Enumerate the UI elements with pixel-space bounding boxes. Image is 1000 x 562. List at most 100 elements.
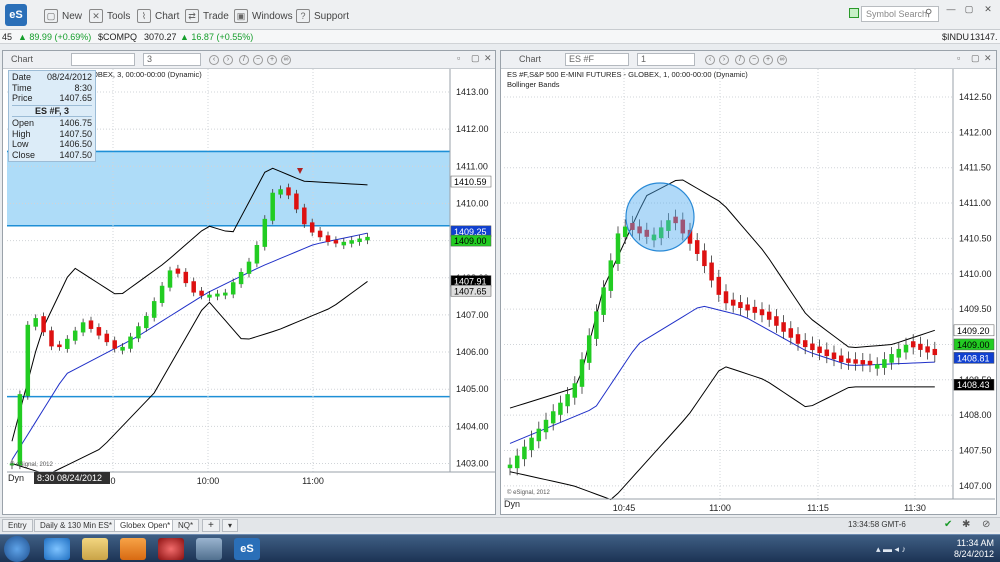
info-price-label: Price [12,93,33,103]
right-candle [817,346,822,354]
tab-nq[interactable]: NQ* [172,519,200,532]
left-price-tag-label: 1410.59 [454,177,487,187]
right-x-tick-label: 11:15 [807,503,829,513]
settings-icon[interactable]: ✱ [962,519,970,530]
info-low-label: Low [12,139,29,149]
tab-globex-open[interactable]: Globex Open* [114,519,177,532]
left-candle [144,315,149,329]
right-y-tick-label: 1412.50 [959,92,992,102]
right-candle [759,309,765,316]
left-candle [128,336,133,349]
right-candle [536,428,542,442]
right-candle [874,364,880,369]
left-candle [41,316,46,333]
left-candle [238,271,244,285]
esignal-taskbar-icon[interactable]: eS [234,538,260,560]
start-button-icon[interactable] [4,536,30,562]
charts-canvas[interactable]: 1413.00 1412.00 1411.00 1410.00 1409.00 1408.… [0,0,1000,562]
right-plot-area [504,69,953,499]
system-clock[interactable]: 11:34 AM 8/24/2012 [954,538,994,560]
right-candle [918,343,923,350]
left-price-zone [7,151,450,226]
left-y-tick-label: 1406.00 [456,347,489,357]
left-candle [33,318,38,327]
left-candle [17,394,23,466]
right-candle [730,299,736,306]
right-y-tick-label: 1407.50 [959,446,992,456]
info-price-value: 1407.65 [59,93,92,103]
right-candle [910,341,916,348]
left-y-tick-label: 1412.00 [456,124,489,134]
left-dyn-label[interactable]: Dyn [8,473,24,483]
file-explorer-icon[interactable] [82,538,108,560]
right-candle [882,359,887,368]
right-candle [831,352,837,360]
tab-daily-130[interactable]: Daily & 130 Min ES* [34,519,119,532]
left-candle [223,292,228,296]
left-candle [309,222,315,233]
tab-entry[interactable]: Entry [2,519,33,532]
media-player-icon[interactable] [120,538,146,560]
left-x-tick-label: 0 [110,476,115,486]
info-high-label: High [12,128,31,139]
left-candle [286,187,291,196]
right-candle [622,226,628,237]
left-y-tick-label: 1404.00 [456,421,489,431]
tab-menu-chevron-icon[interactable]: ▾ [222,519,239,532]
status-link-icon[interactable]: ⊘ [982,519,990,530]
left-candle [191,281,196,293]
left-candle [357,238,362,243]
right-candle [867,360,873,366]
workspace-tabs: Entry Daily & 130 Min ES* Globex Open* N… [0,517,1000,532]
right-price-tag-label: 1408.81 [957,353,990,363]
info-open-value: 1406.75 [59,118,92,128]
right-candle [745,304,750,311]
right-chart-subtitle: ES #F,S&P 500 E-MINI FUTURES - GLOBEX, 1… [507,70,748,79]
tray-icons[interactable]: ▴ ▬ ◂ ♪ [876,544,906,555]
left-candle [207,294,212,298]
right-y-tick-label: 1407.00 [959,481,992,491]
left-candle [317,230,323,238]
right-candle [579,359,585,387]
right-candle [788,328,794,338]
right-candle [558,402,563,415]
left-candle [302,207,307,225]
left-candle [270,192,275,221]
right-candle [529,437,534,451]
left-y-tick-label: 1407.00 [456,310,489,320]
connection-ok-icon: ✔ [944,519,953,530]
right-candle [550,411,556,424]
right-candle [766,311,772,320]
computer-icon[interactable] [196,538,222,560]
left-candle [183,271,189,284]
right-dyn-label[interactable]: Dyn [504,499,520,509]
add-tab-button[interactable]: + [202,519,220,532]
app-red-icon[interactable] [158,538,184,560]
left-y-tick-label: 1410.00 [456,198,489,208]
right-price-tag-label: 1409.00 [957,340,990,350]
right-y-tick-label: 1412.00 [959,127,992,137]
info-date-value: 08/24/2012 [46,72,92,82]
left-candle [254,245,260,264]
right-y-tick-label: 1410.00 [959,269,992,279]
left-candle [65,338,70,349]
right-candle [889,354,894,363]
right-candle [925,346,930,353]
internet-explorer-icon[interactable] [44,538,70,560]
left-candle [136,326,141,339]
right-candle [522,446,527,460]
right-candle [702,250,707,267]
right-highlight-circle [625,182,695,252]
right-y-tick-label: 1408.00 [959,410,992,420]
left-candle [246,261,252,274]
right-price-tag-label: 1409.20 [957,326,990,336]
left-y-tick-label: 1403.00 [456,459,489,469]
windows-taskbar: eS ▴ ▬ ◂ ♪ 11:34 AM 8/24/2012 [0,534,1000,562]
right-candle [694,240,700,254]
left-candle [278,189,283,195]
right-candle [601,287,606,315]
left-candle [341,241,347,246]
left-candle [120,346,125,351]
left-candle [262,218,268,247]
right-candle [586,335,592,363]
